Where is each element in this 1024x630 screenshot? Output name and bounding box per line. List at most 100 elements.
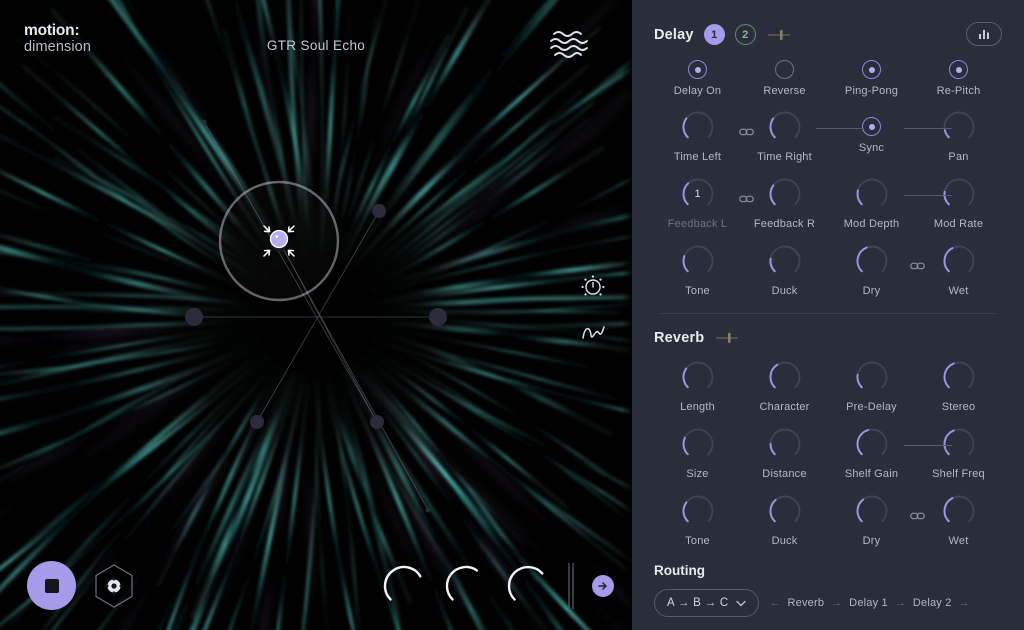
reverb-wet-knob[interactable]	[940, 492, 978, 530]
delay-pan-label: Pan	[948, 151, 969, 163]
delay-reverse-label: Reverse	[763, 85, 806, 97]
delay-mod-rate-label: Mod Rate	[933, 218, 984, 230]
reverb-dry-knob[interactable]	[853, 492, 891, 530]
settings-button[interactable]	[90, 562, 138, 610]
delay-title: Delay	[654, 26, 694, 43]
delay-mix-link-icon[interactable]	[910, 258, 925, 270]
preset-title[interactable]: GTR Soul Echo	[0, 38, 632, 53]
reverb-distance-knob[interactable]	[766, 425, 804, 463]
shelf-link-line	[904, 445, 952, 446]
reverb-character-knob[interactable]	[766, 358, 804, 396]
canvas-side-tools	[579, 272, 607, 364]
stop-button[interactable]	[27, 561, 76, 610]
delay-time-left-label: Time Left	[673, 151, 722, 163]
stop-icon	[44, 578, 59, 593]
delay-delay-on-toggle[interactable]	[688, 60, 707, 79]
squiggle-wave-icon[interactable]	[579, 318, 607, 346]
delay-time-right-cell: Time Right	[741, 108, 828, 163]
delay-time-link-icon[interactable]	[739, 124, 754, 136]
node-network[interactable]	[0, 0, 632, 630]
routing-title: Routing	[654, 563, 705, 578]
canvas-right-edge	[622, 0, 632, 630]
reverb-tone-knob[interactable]	[679, 492, 717, 530]
toggle-indicator	[694, 66, 701, 73]
analyzer-icon	[979, 30, 989, 39]
reverb-shelf-freq-label: Shelf Freq	[932, 468, 985, 480]
reverb-shelf-gain-knob[interactable]	[853, 425, 891, 463]
plugin-window: motion: dimension GTR Soul Echo Delay 1 …	[0, 0, 1024, 630]
routing-chain-arrow: →	[958, 597, 970, 609]
reverb-stereo-cell: Stereo	[915, 358, 1002, 413]
mod-link-line	[904, 195, 952, 196]
macro-knob-1[interactable]	[378, 560, 430, 612]
delay-ping-pong-toggle[interactable]	[862, 60, 881, 79]
delay-wet-label: Wet	[948, 285, 969, 297]
delay-time-left-knob[interactable]	[679, 108, 717, 146]
delay-mix-row: Tone Duck Dry Wet	[654, 242, 1002, 297]
delay-bypass-slider[interactable]	[766, 28, 792, 42]
reverb-title: Reverb	[654, 330, 705, 346]
canvas-node	[425, 507, 431, 513]
macro-knob-3[interactable]	[502, 560, 554, 612]
delay-mod-depth-knob[interactable]	[853, 175, 891, 213]
delay-section-header: Delay 1 2	[654, 0, 1002, 51]
reverb-duck-knob[interactable]	[766, 492, 804, 530]
delay-re-pitch-toggle[interactable]	[949, 60, 968, 79]
delay-feedback-row: 1 Feedback L Feedback R Mod Depth Mod Rate	[654, 175, 1002, 230]
reverb-size-knob[interactable]	[679, 425, 717, 463]
macro-knob-2[interactable]	[440, 560, 492, 612]
delay-ping-pong-cell: Ping-Pong	[828, 51, 915, 97]
delay-dry-cell: Dry	[828, 242, 915, 297]
reverb-length-knob[interactable]	[679, 358, 717, 396]
routing-select[interactable]: A → B → C	[654, 589, 759, 617]
reverb-bypass-slider[interactable]	[714, 331, 740, 345]
delay-feedback-l-knob[interactable]: 1	[679, 175, 717, 213]
canvas-node	[250, 415, 264, 429]
delay-tab-2[interactable]: 2	[734, 24, 756, 45]
reverb-pre-delay-knob[interactable]	[853, 358, 891, 396]
next-preset-button[interactable]	[592, 575, 614, 597]
delay-reverse-toggle[interactable]	[775, 60, 794, 79]
delay-tone-knob[interactable]	[679, 242, 717, 280]
reverb-dry-label: Dry	[862, 535, 881, 547]
delay-feedback-l-value: 1	[694, 188, 701, 200]
routing-chain-item[interactable]: Reverb	[788, 597, 825, 609]
delay-wet-knob[interactable]	[940, 242, 978, 280]
spatial-canvas[interactable]: motion: dimension GTR Soul Echo	[0, 0, 632, 630]
canvas-node	[372, 204, 386, 218]
timer-icon[interactable]	[579, 272, 607, 300]
transport-controls	[27, 561, 138, 610]
routing-selected-value: A → B → C	[667, 597, 729, 609]
delay-duck-knob[interactable]	[766, 242, 804, 280]
delay-time-right-knob[interactable]	[766, 108, 804, 146]
reverb-shelf-freq-cell: Shelf Freq	[915, 425, 1002, 480]
reverb-mix-link-icon[interactable]	[910, 508, 925, 520]
routing-chain-arrow: →	[831, 597, 843, 609]
delay-sync-toggle[interactable]	[862, 117, 881, 136]
delay-tab-1[interactable]: 1	[703, 24, 725, 45]
delay-pan-knob[interactable]	[940, 108, 978, 146]
canvas-node	[370, 415, 384, 429]
delay-dry-knob[interactable]	[853, 242, 891, 280]
routing-chain-item[interactable]: Delay 2	[913, 597, 952, 609]
delay-ping-pong-label: Ping-Pong	[844, 85, 899, 97]
delay-feedback-link-icon[interactable]	[739, 191, 754, 203]
reverb-main-row: Length Character Pre-Delay Stereo	[654, 358, 1002, 413]
analyzer-toggle-button[interactable]	[966, 22, 1002, 46]
reverb-shelf-freq-knob[interactable]	[940, 425, 978, 463]
reverb-wet-cell: Wet	[915, 492, 1002, 547]
delay-feedback-r-knob[interactable]	[766, 175, 804, 213]
routing-chain-arrow: ←	[769, 597, 781, 609]
output-slider[interactable]	[564, 561, 578, 611]
reverb-pre-delay-cell: Pre-Delay	[828, 358, 915, 413]
reverb-tone-cell: Tone	[654, 492, 741, 547]
reverb-stereo-knob[interactable]	[940, 358, 978, 396]
delay-re-pitch-cell: Re-Pitch	[915, 51, 1002, 97]
reverb-section-header: Reverb	[654, 314, 1002, 352]
delay-dry-label: Dry	[862, 285, 881, 297]
delay-mod-rate-knob[interactable]	[940, 175, 978, 213]
delay-delay-on-cell: Delay On	[654, 51, 741, 97]
ripple-circle-icon[interactable]	[546, 20, 592, 66]
reverb-length-cell: Length	[654, 358, 741, 413]
routing-chain-item[interactable]: Delay 1	[849, 597, 888, 609]
